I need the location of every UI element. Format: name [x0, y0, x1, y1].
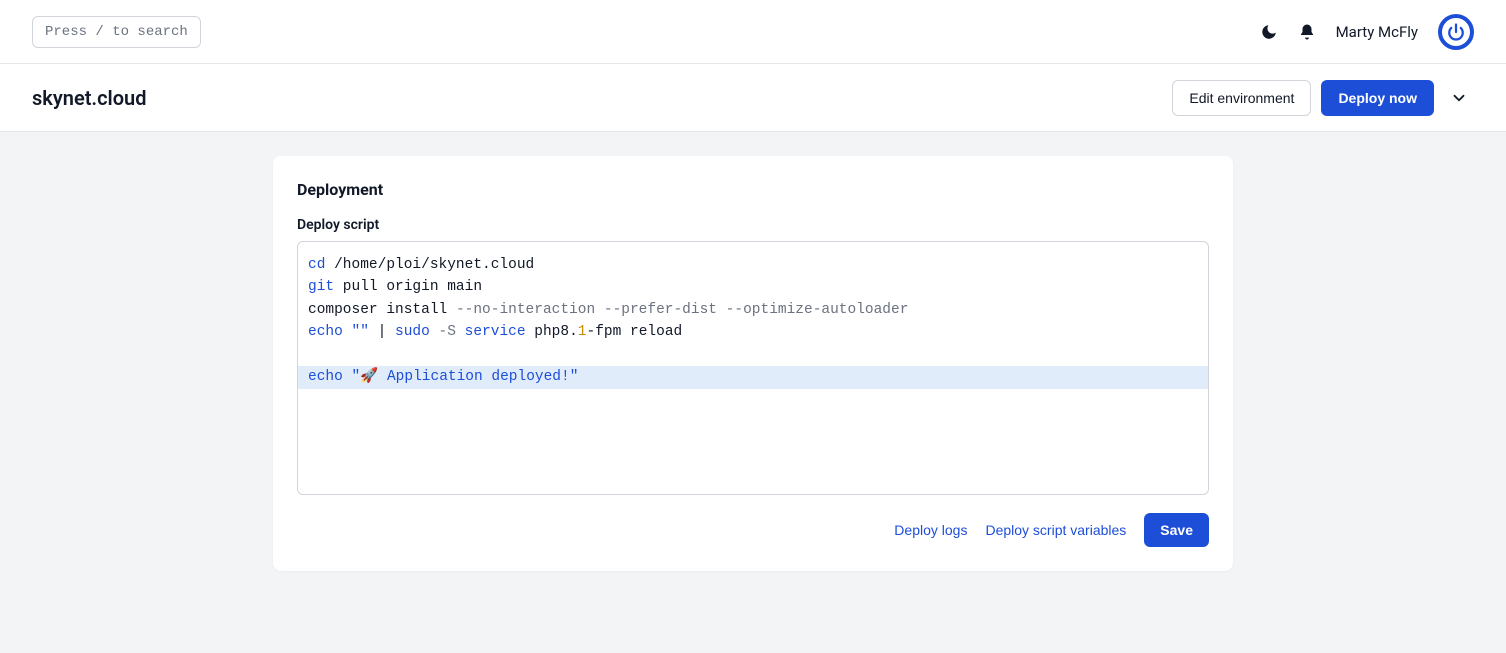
chevron-down-icon: [1450, 89, 1468, 107]
page-title: skynet.cloud: [32, 86, 146, 110]
subheader-actions: Edit environment Deploy now: [1172, 80, 1474, 116]
power-icon: [1447, 23, 1465, 41]
deploy-script-editor[interactable]: cd /home/ploi/skynet.cloudgit pull origi…: [297, 241, 1209, 495]
edit-environment-button[interactable]: Edit environment: [1172, 80, 1311, 116]
notifications-button[interactable]: [1298, 23, 1316, 41]
card-title: Deployment: [297, 180, 1209, 199]
sub-header: skynet.cloud Edit environment Deploy now: [0, 64, 1506, 132]
topbar-right: Marty McFly: [1260, 14, 1474, 50]
user-name: Marty McFly: [1336, 23, 1418, 41]
card-footer: Deploy logs Deploy script variables Save: [297, 513, 1209, 547]
deploy-script-variables-link[interactable]: Deploy script variables: [985, 522, 1126, 538]
main-content: Deployment Deploy script cd /home/ploi/s…: [0, 132, 1506, 595]
dark-mode-toggle[interactable]: [1260, 23, 1278, 41]
bell-icon: [1298, 23, 1316, 41]
user-avatar[interactable]: [1438, 14, 1474, 50]
deploy-options-dropdown[interactable]: [1444, 81, 1474, 115]
deploy-logs-link[interactable]: Deploy logs: [894, 522, 967, 538]
save-button[interactable]: Save: [1144, 513, 1209, 547]
deploy-now-button[interactable]: Deploy now: [1321, 80, 1434, 116]
deployment-card: Deployment Deploy script cd /home/ploi/s…: [273, 156, 1233, 571]
search-input[interactable]: Press / to search: [32, 16, 201, 48]
moon-icon: [1260, 23, 1278, 41]
field-label: Deploy script: [297, 217, 1209, 233]
top-bar: Press / to search Marty McFly: [0, 0, 1506, 64]
